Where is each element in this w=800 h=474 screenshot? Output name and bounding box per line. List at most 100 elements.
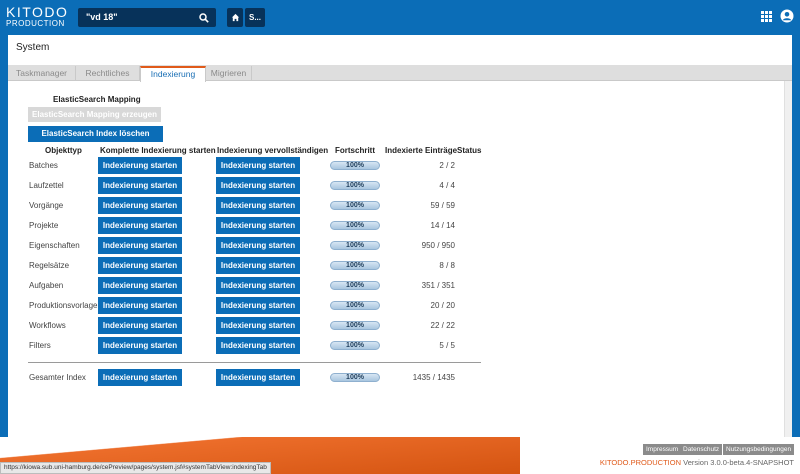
footer-link-datenschutz[interactable]: Datenschutz — [680, 444, 723, 455]
indexed-count: 1435 / 1435 — [412, 373, 455, 382]
start-full-indexing-button[interactable]: Indexierung starten — [98, 197, 182, 214]
page-title: System — [16, 42, 50, 53]
search-button[interactable] — [196, 10, 212, 25]
footer-link-nutzungsbedingungen[interactable]: Nutzungsbedingungen — [723, 444, 795, 455]
complete-indexing-button[interactable]: Indexierung starten — [216, 297, 300, 314]
complete-indexing-button[interactable]: Indexierung starten — [216, 277, 300, 294]
row-object-type: Eigenschaften — [29, 241, 80, 250]
table-row: Workflows Indexierung starten Indexierun… — [8, 317, 792, 334]
row-object-type: Filters — [29, 341, 51, 350]
start-full-indexing-button[interactable]: Indexierung starten — [98, 317, 182, 334]
header-indexed-count: Indexierte Einträge — [385, 146, 458, 155]
start-full-indexing-button[interactable]: Indexierung starten — [98, 177, 182, 194]
logo-line2: PRODUCTION — [6, 19, 65, 28]
indexed-count: 22 / 22 — [430, 321, 455, 330]
start-full-indexing-button[interactable]: Indexierung starten — [98, 297, 182, 314]
kitodo-logo[interactable]: KITODO PRODUCTION — [6, 5, 68, 28]
row-object-type: Vorgänge — [29, 201, 64, 210]
mapping-heading: ElasticSearch Mapping — [53, 95, 141, 104]
tab-rechtliches[interactable]: Rechtliches — [76, 66, 140, 81]
progress-value: 100% — [346, 162, 364, 169]
start-full-indexing-button[interactable]: Indexierung starten — [98, 217, 182, 234]
indexed-count: 4 / 4 — [439, 181, 455, 190]
home-button[interactable] — [227, 8, 243, 27]
complete-indexing-button[interactable]: Indexierung starten — [216, 177, 300, 194]
row-object-type: Batches — [29, 161, 58, 170]
complete-indexing-button[interactable]: Indexierung starten — [216, 257, 300, 274]
start-full-indexing-button[interactable]: Indexierung starten — [98, 237, 182, 254]
row-object-type: Workflows — [29, 321, 66, 330]
search-field[interactable]: "vd 18" — [78, 8, 216, 27]
progress-bar: 100% — [330, 341, 380, 350]
complete-indexing-button[interactable]: Indexierung starten — [216, 337, 300, 354]
table-row: Vorgänge Indexierung starten Indexierung… — [8, 197, 792, 214]
progress-bar: 100% — [330, 181, 380, 190]
progress-value: 100% — [346, 182, 364, 189]
complete-indexing-button[interactable]: Indexierung starten — [216, 217, 300, 234]
indexed-count: 8 / 8 — [439, 261, 455, 270]
create-mapping-button[interactable]: ElasticSearch Mapping erzeugen — [28, 107, 161, 122]
table-row: Aufgaben Indexierung starten Indexierung… — [8, 277, 792, 294]
progress-value: 100% — [346, 282, 364, 289]
row-object-type: Produktionsvorlage — [29, 301, 98, 310]
complete-indexing-button[interactable]: Indexierung starten — [216, 237, 300, 254]
tab-indexierung[interactable]: Indexierung — [140, 66, 206, 82]
row-object-type: Regelsätze — [29, 261, 70, 270]
table-row: Regelsätze Indexierung starten Indexieru… — [8, 257, 792, 274]
progress-bar: 100% — [330, 321, 380, 330]
tab-migrieren[interactable]: Migrieren — [206, 66, 252, 81]
user-menu-button[interactable]: S... — [245, 8, 265, 27]
table-row: Eigenschaften Indexierung starten Indexi… — [8, 237, 792, 254]
row-object-type: Gesamter Index — [29, 373, 86, 382]
version-info: KITODO.PRODUCTION Version 3.0.0-beta.4-S… — [600, 458, 794, 467]
search-icon — [199, 12, 209, 23]
progress-value: 100% — [346, 322, 364, 329]
status-url: https://kiowa.sub.uni-hamburg.de/cePrevi… — [0, 462, 271, 474]
start-full-indexing-button[interactable]: Indexierung starten — [98, 157, 182, 174]
progress-bar: 100% — [330, 281, 380, 290]
delete-index-button[interactable]: ElasticSearch Index löschen — [28, 126, 163, 142]
complete-indexing-button[interactable]: Indexierung starten — [216, 197, 300, 214]
table-row: Filters Indexierung starten Indexierung … — [8, 337, 792, 354]
header-progress: Fortschritt — [335, 146, 375, 155]
logo-line1: KITODO — [6, 4, 69, 20]
footer-brand: KITODO.PRODUCTION — [599, 458, 682, 467]
user-icon[interactable] — [780, 9, 794, 23]
progress-value: 100% — [346, 222, 364, 229]
table-divider — [28, 362, 481, 363]
table-row: Batches Indexierung starten Indexierung … — [8, 157, 792, 174]
grid-icon[interactable] — [761, 11, 772, 22]
start-full-indexing-button[interactable]: Indexierung starten — [98, 337, 182, 354]
complete-indexing-button[interactable]: Indexierung starten — [216, 157, 300, 174]
start-full-indexing-button[interactable]: Indexierung starten — [98, 369, 182, 386]
table-row: Projekte Indexierung starten Indexierung… — [8, 217, 792, 234]
footer-link-impressum[interactable]: Impressum — [643, 444, 682, 455]
row-object-type: Projekte — [29, 221, 59, 230]
indexed-count: 5 / 5 — [439, 341, 455, 350]
progress-bar: 100% — [330, 373, 380, 382]
progress-bar: 100% — [330, 241, 380, 250]
version-text: Version 3.0.0-beta.4-SNAPSHOT — [683, 458, 794, 467]
progress-bar: 100% — [330, 201, 380, 210]
start-full-indexing-button[interactable]: Indexierung starten — [98, 277, 182, 294]
progress-value: 100% — [346, 202, 364, 209]
tab-bar: Taskmanager Rechtliches Indexierung Migr… — [8, 65, 792, 82]
complete-indexing-button[interactable]: Indexierung starten — [216, 369, 300, 386]
home-icon — [231, 13, 239, 22]
complete-indexing-button[interactable]: Indexierung starten — [216, 317, 300, 334]
row-object-type: Laufzettel — [29, 181, 64, 190]
tab-taskmanager[interactable]: Taskmanager — [8, 66, 76, 81]
progress-bar: 100% — [330, 301, 380, 310]
progress-value: 100% — [346, 302, 364, 309]
indexed-count: 59 / 59 — [430, 201, 455, 210]
start-full-indexing-button[interactable]: Indexierung starten — [98, 257, 182, 274]
table-row: Produktionsvorlage Indexierung starten I… — [8, 297, 792, 314]
indexed-count: 20 / 20 — [430, 301, 455, 310]
indexed-count: 14 / 14 — [430, 221, 455, 230]
top-navigation-bar: KITODO PRODUCTION "vd 18" S... — [0, 0, 800, 34]
progress-value: 100% — [346, 374, 364, 381]
search-input-value[interactable]: "vd 18" — [86, 12, 118, 22]
progress-value: 100% — [346, 262, 364, 269]
progress-value: 100% — [346, 342, 364, 349]
table-row: Laufzettel Indexierung starten Indexieru… — [8, 177, 792, 194]
